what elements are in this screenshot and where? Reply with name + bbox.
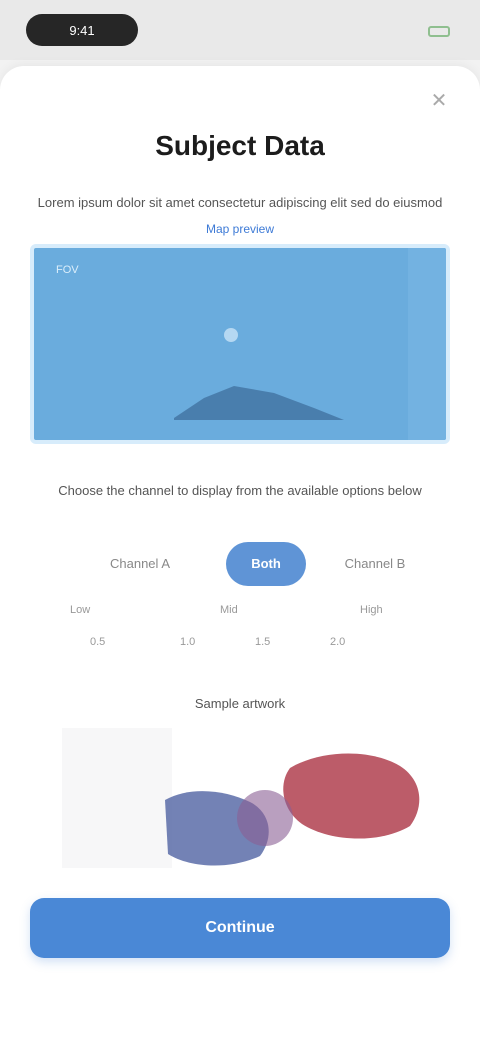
art-left-panel bbox=[62, 728, 172, 868]
caption-mid: Mid bbox=[220, 604, 238, 616]
status-bar: 9:41 bbox=[0, 0, 480, 60]
preview-label: Map preview bbox=[205, 222, 275, 236]
sheet-title: Subject Data bbox=[155, 130, 325, 161]
selector-captions: Low Mid High bbox=[70, 604, 410, 622]
channel-option-a[interactable]: Channel A bbox=[80, 542, 200, 586]
option-label[interactable]: 2.0 bbox=[330, 636, 345, 648]
art-red-shape bbox=[283, 753, 420, 839]
preview-terrain bbox=[174, 386, 344, 420]
channel-option-b[interactable]: Channel B bbox=[320, 542, 430, 586]
option-label[interactable]: 1.5 bbox=[255, 636, 270, 648]
preview-edge-strip bbox=[408, 248, 446, 440]
modal-sheet: ✕ Subject Data Lorem ipsum dolor sit ame… bbox=[0, 66, 480, 1040]
close-icon[interactable]: ✕ bbox=[426, 88, 452, 114]
option-labels: 0.5 1.0 1.5 2.0 bbox=[90, 636, 390, 654]
selector-description: Choose the channel to display from the a… bbox=[58, 483, 422, 498]
option-label[interactable]: 0.5 bbox=[90, 636, 105, 648]
channel-option-both[interactable]: Both bbox=[226, 542, 306, 586]
caption-low: Low bbox=[70, 604, 91, 616]
sheet-description: Lorem ipsum dolor sit amet consectetur a… bbox=[37, 195, 443, 210]
terrain-shape bbox=[174, 386, 344, 420]
status-time-pill: 9:41 bbox=[26, 14, 138, 46]
channel-selector: Channel A Both Channel B bbox=[40, 532, 440, 596]
sample-artwork bbox=[62, 728, 420, 868]
caption-high: High bbox=[360, 604, 383, 616]
option-label[interactable]: 1.0 bbox=[180, 636, 195, 648]
continue-button[interactable]: Continue bbox=[30, 898, 450, 958]
status-time: 9:41 bbox=[69, 22, 95, 38]
sample-label: Sample artwork bbox=[194, 696, 286, 711]
preview-panel[interactable]: FOV bbox=[30, 244, 450, 444]
battery-icon bbox=[428, 26, 450, 37]
art-purple-shape bbox=[237, 790, 293, 846]
